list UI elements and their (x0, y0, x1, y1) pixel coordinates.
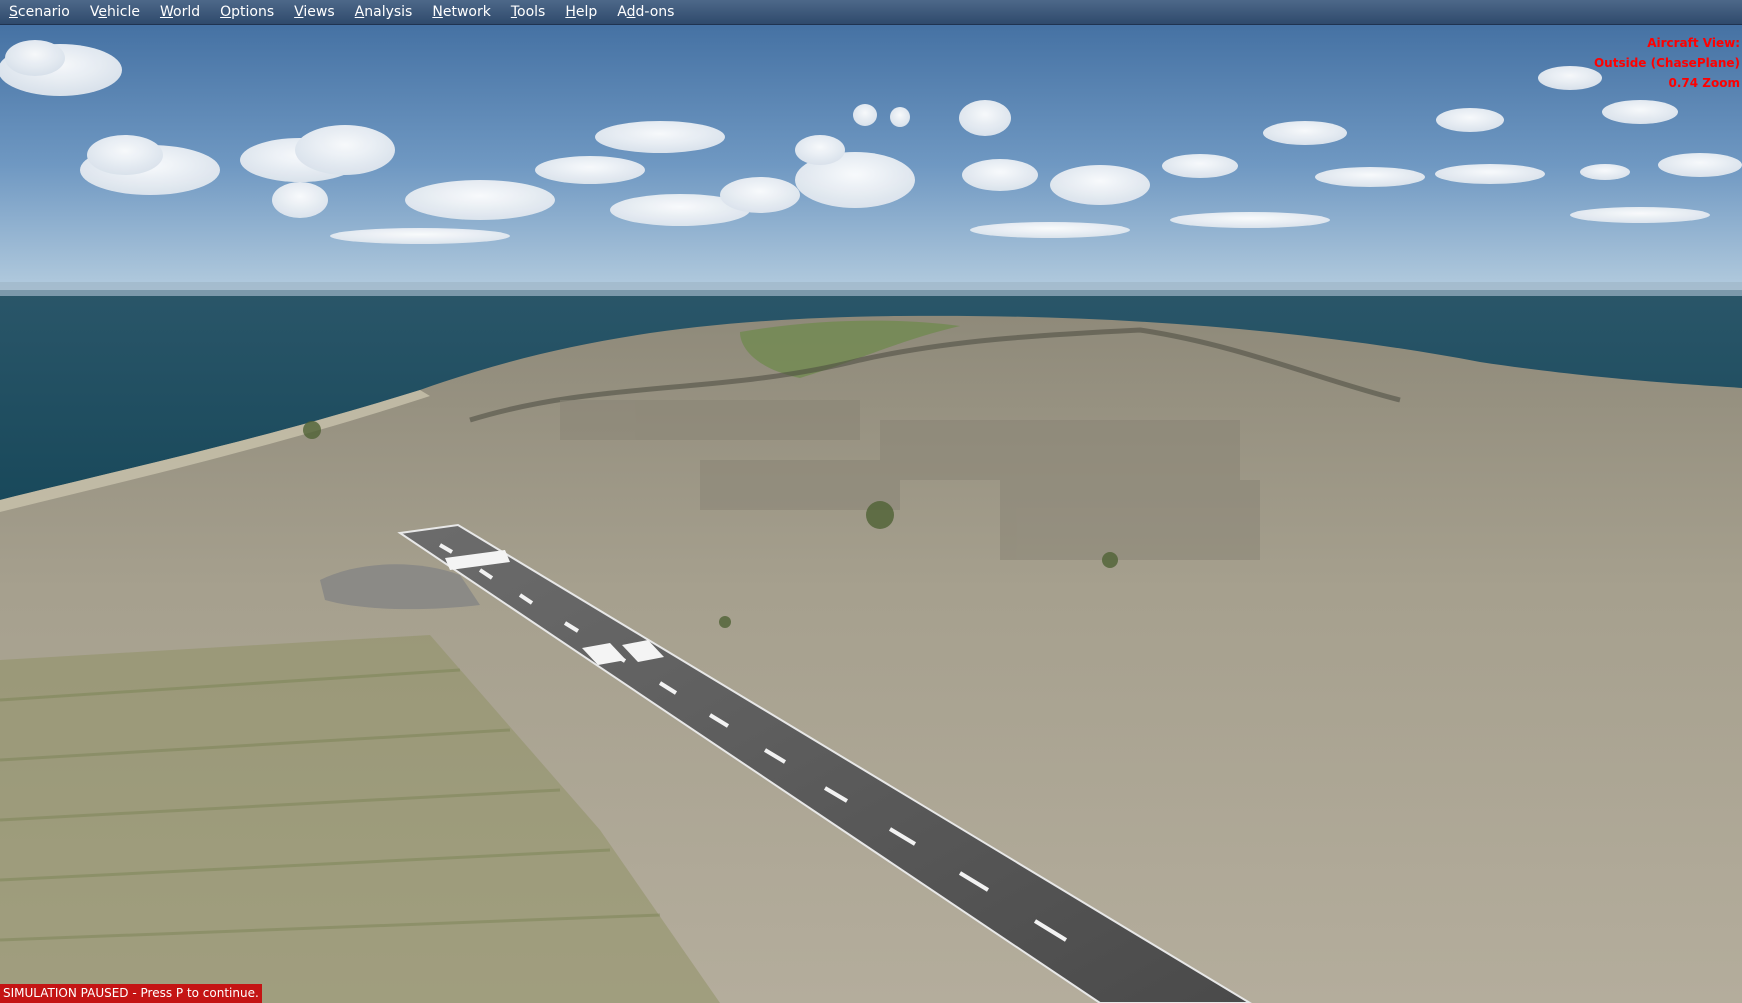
menu-views[interactable]: Views (285, 0, 346, 24)
menu-addons[interactable]: Add-ons (608, 0, 685, 24)
simulation-paused-banner: SIMULATION PAUSED - Press P to continue. (0, 984, 262, 1003)
scenery-view[interactable] (0, 0, 1742, 1003)
menu-network[interactable]: Network (423, 0, 501, 24)
zoom-level: 0.74 Zoom (1668, 76, 1740, 90)
menu-bar: Scenario Vehicle World Options Views Analysis… (0, 0, 1742, 25)
menu-options[interactable]: Options (211, 0, 285, 24)
aircraft-view-mode: Outside (ChasePlane) (1593, 56, 1740, 70)
flight-simulator-window: Scenario Vehicle World Options Views Analysis… (0, 0, 1742, 1003)
menu-help[interactable]: Help (556, 0, 608, 24)
menu-tools[interactable]: Tools (502, 0, 557, 24)
horizon-haze (0, 282, 1742, 296)
aircraft-view-overlay: Aircraft View: Outside (ChasePlane) 0.74… (1594, 33, 1740, 93)
aircraft-view-title: Aircraft View: (1647, 36, 1740, 50)
menu-world[interactable]: World (151, 0, 211, 24)
menu-scenario[interactable]: Scenario (0, 0, 81, 24)
menu-analysis[interactable]: Analysis (346, 0, 424, 24)
menu-vehicle[interactable]: Vehicle (81, 0, 151, 24)
